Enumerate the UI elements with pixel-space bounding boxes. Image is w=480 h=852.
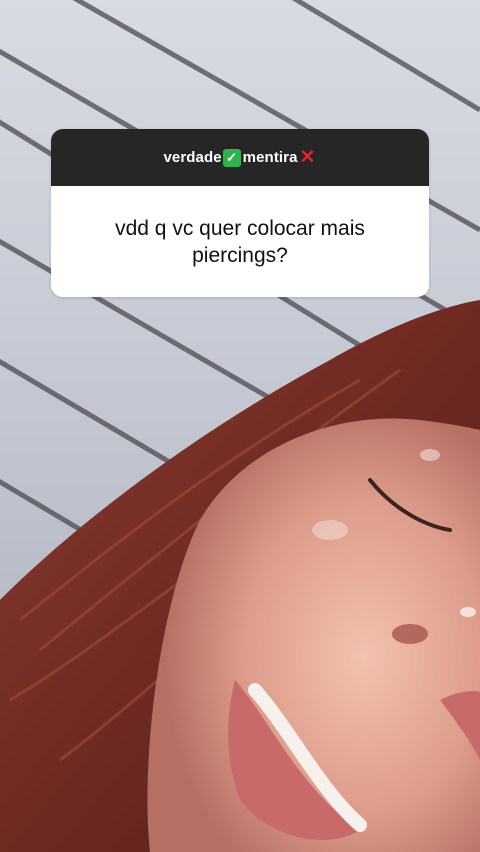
story-screen: verdade ✓ mentira ✕ vdd q vc quer coloca… xyxy=(0,0,480,852)
prompt-word-truth: verdade xyxy=(163,149,222,166)
selfie-photo xyxy=(0,0,480,852)
question-prompt-header: verdade ✓ mentira ✕ xyxy=(51,129,429,186)
cross-mark-icon: ✕ xyxy=(299,147,316,168)
prompt-word-lie: mentira xyxy=(242,149,298,166)
check-mark-icon: ✓ xyxy=(222,148,241,167)
question-text: vdd q vc quer colocar mais piercings? xyxy=(115,216,365,267)
question-sticker[interactable]: verdade ✓ mentira ✕ vdd q vc quer coloca… xyxy=(51,129,429,297)
